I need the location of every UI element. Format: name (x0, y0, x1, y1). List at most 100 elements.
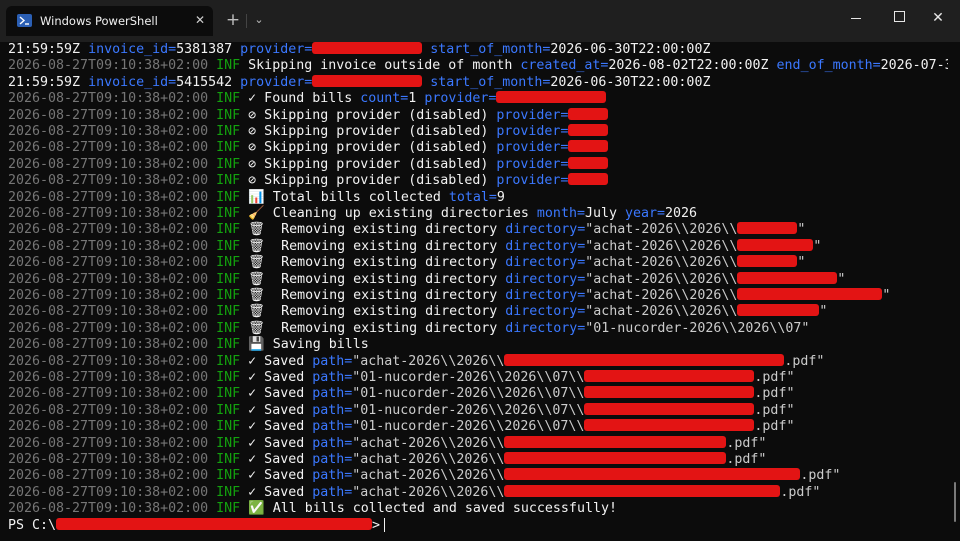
log-segment: 2026-08-27T09:10:38+02:00 (8, 501, 217, 517)
close-tab-icon[interactable]: ✕ (192, 12, 208, 28)
redaction-mark (568, 156, 609, 169)
scrollbar-thumb[interactable] (954, 482, 956, 522)
log-segment: total= (448, 189, 497, 205)
log-segment: " (837, 271, 846, 287)
terminal-line: 2026-08-27T09:10:38+02:00 INF ✓ Found bi… (8, 91, 607, 107)
log-segment: path= (312, 402, 353, 418)
log-segment: year= (625, 206, 666, 221)
redaction-mark (584, 370, 755, 382)
log-segment: 🗑 Removing existing directory (248, 255, 506, 271)
close-window-button[interactable]: ✕ (923, 5, 953, 31)
log-segment: INF (216, 501, 249, 517)
redaction-mark (568, 140, 609, 153)
tab-separator (246, 14, 247, 28)
log-segment: "achat-2026\\2026\\ (585, 271, 738, 287)
tab-windows-powershell[interactable]: Windows PowerShell ✕ (6, 6, 213, 36)
redaction-mark (568, 107, 609, 120)
log-segment: 2026-07-30T (880, 58, 948, 74)
log-segment: directory= (505, 238, 586, 254)
log-segment: "achat-2026\\2026\\ (585, 238, 738, 254)
log-segment: "achat-2026\\2026\\ (585, 288, 738, 303)
log-segment: "achat-2026\\2026\\ (585, 255, 738, 271)
log-segment: INF (216, 107, 249, 123)
terminal-line: 2026-08-27T09:10:38+02:00 INF ✅ All bill… (8, 501, 617, 517)
prompt-prefix: PS C:\ (8, 517, 57, 533)
log-segment: " (882, 288, 891, 303)
log-segment: INF (216, 304, 249, 320)
log-segment: 2026-08-27T09:10:38+02:00 (8, 271, 217, 287)
log-segment: INF (216, 189, 249, 205)
log-segment: .pdf" (754, 402, 795, 418)
log-segment: 🧹 Cleaning up existing directories (248, 206, 537, 221)
log-segment: "01-nucorder-2026\\2026\\07\\ (352, 419, 585, 435)
log-segment: " (813, 238, 822, 254)
log-segment: .pdf" (754, 419, 795, 435)
terminal-line: 2026-08-27T09:10:38+02:00 INF ✓ Saved pa… (8, 386, 794, 402)
terminal-line: 2026-08-27T09:10:38+02:00 INF 💾 Saving b… (8, 337, 369, 353)
redaction-mark (504, 435, 727, 448)
log-segment: INF (216, 468, 249, 484)
chevron-down-icon[interactable]: ⌄ (250, 12, 268, 28)
log-segment: .pdf" (800, 468, 841, 484)
terminal-line: 21:59:59Z invoice_id=5381387 provider= s… (8, 42, 710, 58)
log-segment: 🗑 Removing existing directory (248, 238, 506, 254)
log-segment: 2026-08-27T09:10:38+02:00 (8, 370, 217, 385)
redaction-mark (584, 419, 755, 432)
log-segment: 5415542 (176, 74, 241, 90)
terminal-line: 2026-08-27T09:10:38+02:00 INF ✓ Saved pa… (8, 419, 794, 435)
log-segment: 🗑 Removing existing directory (248, 304, 506, 320)
log-segment: 2026-08-27T09:10:38+02:00 (8, 140, 217, 156)
log-segment: "achat-2026\\2026\\ (352, 468, 505, 484)
log-segment: INF (216, 288, 249, 303)
redaction-mark (737, 288, 883, 300)
log-segment: ✅ All bills collected and saved successf… (248, 501, 617, 517)
powershell-icon (17, 14, 32, 27)
log-segment: INF (216, 222, 249, 238)
log-segment: 📊 Total bills collected (248, 189, 449, 205)
terminal-line: 2026-08-27T09:10:38+02:00 INF ⊘ Skipping… (8, 173, 609, 189)
log-segment: 21:59:59Z (8, 42, 89, 57)
log-segment: INF (216, 402, 249, 418)
log-segment: start_of_month= (430, 74, 551, 90)
log-segment: 2026-08-27T09:10:38+02:00 (8, 222, 217, 238)
log-segment: INF (216, 452, 249, 467)
log-segment: INF (216, 386, 249, 402)
log-segment: path= (312, 484, 353, 500)
terminal-line: 2026-08-27T09:10:38+02:00 INF ✓ Saved pa… (8, 435, 766, 452)
redaction-mark (737, 222, 798, 235)
terminal-line: 2026-08-27T09:10:38+02:00 INF 🗑 Removing… (8, 271, 846, 288)
terminal-line: 21:59:59Z invoice_id=5415542 provider= s… (8, 74, 710, 91)
log-segment: 🗑 Removing existing directory (248, 271, 506, 287)
log-segment: INF (216, 255, 249, 271)
terminal-line: 2026-08-27T09:10:38+02:00 INF 🗑 Removing… (8, 321, 809, 337)
redaction-mark (504, 353, 785, 366)
log-segment: end_of_month= (776, 58, 881, 74)
log-segment: ⊘ Skipping provider (disabled) (248, 107, 497, 123)
terminal-output[interactable]: 21:59:59Z invoice_id=5381387 provider= s… (0, 42, 948, 541)
log-segment: invoice_id= (88, 42, 177, 57)
log-segment: 2026-08-27T09:10:38+02:00 (8, 238, 217, 254)
terminal-line: 2026-08-27T09:10:38+02:00 INF 🧹 Cleaning… (8, 206, 697, 222)
log-segment: provider= (496, 107, 569, 123)
terminal-line: 2026-08-27T09:10:38+02:00 INF 🗑 Removing… (8, 304, 827, 320)
log-segment: ✓ Saved (248, 452, 313, 467)
terminal-line: 2026-08-27T09:10:38+02:00 INF 🗑 Removing… (8, 255, 805, 271)
log-segment: ✓ Saved (248, 468, 313, 484)
log-segment: directory= (505, 271, 586, 287)
redaction-mark (584, 386, 755, 399)
log-segment: 21:59:59Z (8, 74, 89, 90)
new-tab-button[interactable]: + (224, 11, 242, 29)
minimize-button[interactable] (841, 5, 871, 31)
log-segment: INF (216, 140, 249, 156)
prompt-line[interactable]: PS C:\ > (8, 517, 386, 534)
log-segment: 2026 (665, 206, 698, 221)
prompt-suffix: > (372, 517, 381, 533)
log-segment: INF (216, 353, 249, 369)
log-segment: INF (216, 173, 249, 189)
maximize-button[interactable] (884, 5, 914, 31)
log-segment: ✓ Saved (248, 353, 313, 369)
log-segment: 2026-08-27T09:10:38+02:00 (8, 484, 217, 500)
log-segment: provider= (496, 140, 569, 156)
log-segment: 2026-08-27T09:10:38+02:00 (8, 156, 217, 172)
log-segment: 2026-08-27T09:10:38+02:00 (8, 206, 217, 221)
